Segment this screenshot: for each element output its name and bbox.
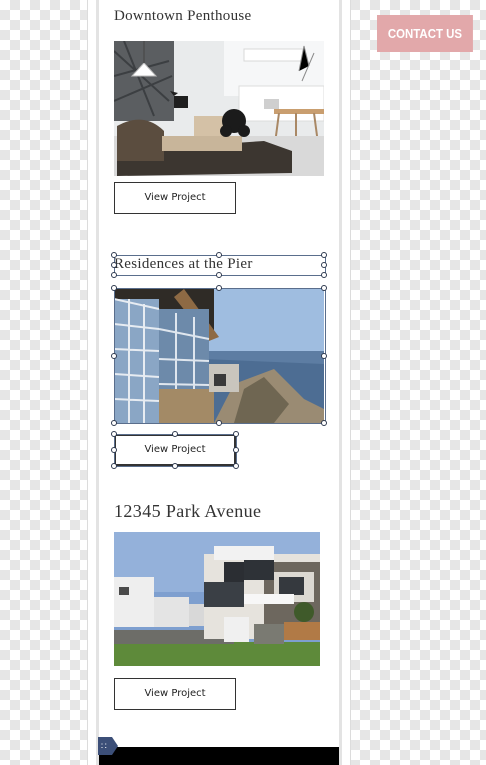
view-project-button[interactable]: View Project: [114, 434, 236, 466]
resize-handle[interactable]: [216, 252, 222, 258]
resize-handle[interactable]: [216, 420, 222, 426]
resize-handle[interactable]: [216, 272, 222, 278]
resize-handle[interactable]: [233, 463, 239, 469]
resize-handle[interactable]: [233, 447, 239, 453]
resize-handle[interactable]: [111, 262, 117, 268]
resize-handle[interactable]: [321, 353, 327, 359]
project-image[interactable]: [114, 532, 320, 666]
resize-handle[interactable]: [233, 431, 239, 437]
contact-us-button[interactable]: CONTACT US: [377, 15, 473, 52]
resize-handle[interactable]: [321, 262, 327, 268]
resize-handle[interactable]: [111, 420, 117, 426]
resize-handle[interactable]: [111, 285, 117, 291]
resize-handle[interactable]: [172, 463, 178, 469]
view-project-button[interactable]: View Project: [114, 678, 236, 710]
resize-handle[interactable]: [111, 447, 117, 453]
resize-handle[interactable]: [216, 285, 222, 291]
project-title[interactable]: Downtown Penthouse: [114, 8, 251, 25]
footer-strip: [99, 747, 339, 765]
resize-handle[interactable]: [111, 463, 117, 469]
resize-handle[interactable]: [172, 431, 178, 437]
resize-handle[interactable]: [111, 353, 117, 359]
resize-handle[interactable]: [111, 252, 117, 258]
project-title[interactable]: 12345 Park Avenue: [114, 501, 261, 522]
resize-handle[interactable]: [321, 252, 327, 258]
project-title[interactable]: Residences at the Pier: [114, 256, 253, 273]
project-image[interactable]: [114, 41, 324, 176]
resize-handle[interactable]: [321, 420, 327, 426]
resize-handle[interactable]: [321, 272, 327, 278]
resize-handle[interactable]: [111, 272, 117, 278]
project-image[interactable]: [114, 289, 324, 423]
resize-handle[interactable]: [111, 431, 117, 437]
view-project-button[interactable]: View Project: [114, 182, 236, 214]
resize-handle[interactable]: [321, 285, 327, 291]
